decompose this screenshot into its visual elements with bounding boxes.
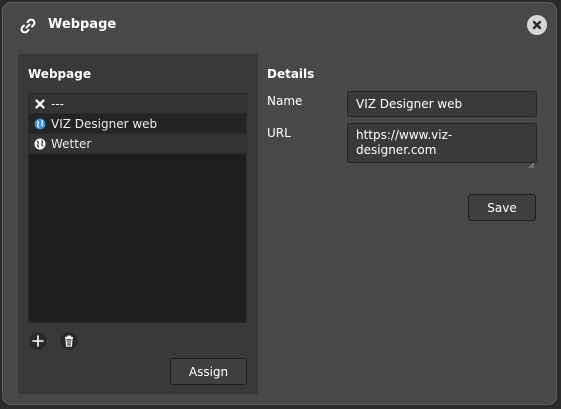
webpage-list[interactable]: --- VIZ Designer web Wetter xyxy=(28,93,247,323)
list-item-label: --- xyxy=(51,96,64,111)
resize-grip-icon[interactable] xyxy=(527,154,535,169)
list-item-label: VIZ Designer web xyxy=(51,116,158,131)
save-button[interactable]: Save xyxy=(468,194,536,221)
list-item[interactable]: Wetter xyxy=(29,134,246,154)
webpage-list-panel: Webpage --- VIZ Designer web Wetter Assi… xyxy=(18,54,258,394)
url-field[interactable]: https://www.viz-designer.com xyxy=(347,123,537,163)
close-button[interactable] xyxy=(527,15,547,35)
list-item[interactable]: --- xyxy=(29,94,246,114)
plus-icon xyxy=(32,335,44,347)
name-field[interactable] xyxy=(347,91,537,117)
details-title: Details xyxy=(267,67,315,81)
add-button[interactable] xyxy=(28,331,48,351)
trash-icon xyxy=(64,335,74,347)
url-label: URL xyxy=(267,126,291,140)
list-item-label: Wetter xyxy=(51,136,92,151)
assign-button[interactable]: Assign xyxy=(170,358,247,385)
globe-icon xyxy=(34,138,46,150)
list-item[interactable]: VIZ Designer web xyxy=(29,114,246,134)
panel-title: Webpage xyxy=(28,67,91,81)
globe-icon xyxy=(34,118,46,130)
dialog-title: Webpage xyxy=(48,17,117,32)
webpage-dialog: Webpage Webpage --- VIZ Designer web Wet… xyxy=(2,2,557,405)
name-label: Name xyxy=(267,94,303,108)
x-icon xyxy=(34,98,46,110)
delete-button[interactable] xyxy=(59,331,79,351)
close-icon xyxy=(532,20,542,30)
link-icon xyxy=(18,16,38,36)
